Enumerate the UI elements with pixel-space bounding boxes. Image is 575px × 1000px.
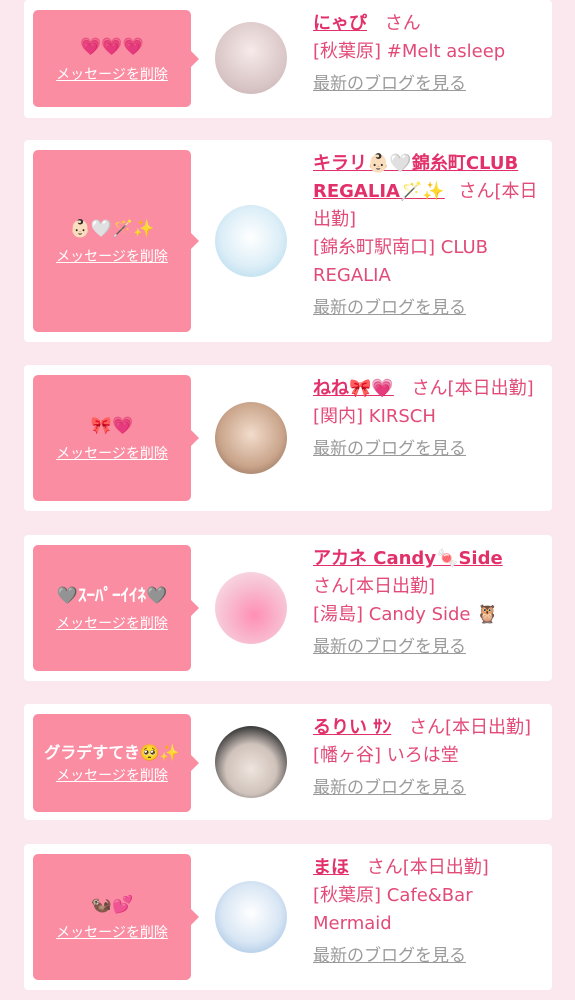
delete-message-link[interactable]: メッセージを削除: [56, 246, 168, 266]
shop-area: [秋葉原] Cafe&Bar Mermaid: [313, 885, 473, 934]
card-info: アカネ Candy🍬Side さん[本日出勤] [湯島] Candy Side …: [313, 545, 545, 661]
shop-area: [湯島] Candy Side 🦉: [313, 604, 499, 625]
delete-message-link[interactable]: メッセージを削除: [56, 64, 168, 84]
shop-area: [幡ヶ谷] いろは堂: [313, 745, 459, 766]
name-suffix: さん[本日出勤]: [366, 857, 489, 878]
delete-message-link[interactable]: メッセージを削除: [56, 765, 168, 785]
message-bubble: 💗💗💗 メッセージを削除: [33, 10, 199, 107]
avatar[interactable]: [215, 205, 287, 277]
card-info: キラリ👶🏻🤍錦糸町CLUB REGALIA🪄✨ さん[本日出勤] [錦糸町駅南口…: [313, 150, 545, 322]
latest-blog-link[interactable]: 最新のブログを見る: [313, 294, 545, 322]
message-card: 🎀💗 メッセージを削除 ねね🎀💗 さん[本日出勤] [関内] KIRSCH 最新…: [24, 365, 552, 511]
delete-message-link[interactable]: メッセージを削除: [56, 443, 168, 463]
name-suffix: さん[本日出勤]: [409, 717, 532, 738]
card-info: まほ さん[本日出勤] [秋葉原] Cafe&Bar Mermaid 最新のブロ…: [313, 854, 545, 970]
name-suffix: さん[本日出勤]: [411, 378, 534, 399]
name-link[interactable]: ねね🎀💗: [313, 378, 394, 399]
message-card: グラデすてき🥺✨ メッセージを削除 るりい ｻﾝ さん[本日出勤] [幡ヶ谷] …: [24, 704, 552, 820]
message-text: 👶🏻🤍🪄✨: [69, 219, 155, 239]
message-text: 🎀💗: [90, 416, 134, 436]
latest-blog-link[interactable]: 最新のブログを見る: [313, 633, 545, 661]
message-bubble: グラデすてき🥺✨ メッセージを削除: [33, 714, 199, 812]
latest-blog-link[interactable]: 最新のブログを見る: [313, 435, 545, 463]
latest-blog-link[interactable]: 最新のブログを見る: [313, 70, 545, 98]
name-link[interactable]: にゃぴ: [313, 13, 367, 34]
avatar[interactable]: [215, 402, 287, 474]
latest-blog-link[interactable]: 最新のブログを見る: [313, 774, 545, 802]
message-bubble: 👶🏻🤍🪄✨ メッセージを削除: [33, 150, 199, 332]
message-bubble: 🩶ｽｰﾊﾟｰｲｲﾈ🩶 メッセージを削除: [33, 545, 199, 671]
name-link[interactable]: アカネ Candy🍬Side: [313, 548, 503, 569]
shop-area: [錦糸町駅南口] CLUB REGALIA: [313, 237, 488, 286]
message-bubble: 🎀💗 メッセージを削除: [33, 375, 199, 501]
message-card: 🦦💕 メッセージを削除 まほ さん[本日出勤] [秋葉原] Cafe&Bar M…: [24, 844, 552, 990]
avatar[interactable]: [215, 572, 287, 644]
message-text: 🩶ｽｰﾊﾟｰｲｲﾈ🩶: [56, 586, 168, 606]
name-suffix: さん[本日出勤]: [313, 576, 436, 597]
name-suffix: さん: [384, 13, 421, 34]
latest-blog-link[interactable]: 最新のブログを見る: [313, 942, 545, 970]
name-link[interactable]: るりい ｻﾝ: [313, 717, 391, 738]
message-text: グラデすてき🥺✨: [44, 743, 180, 762]
message-card: 🩶ｽｰﾊﾟｰｲｲﾈ🩶 メッセージを削除 アカネ Candy🍬Side さん[本日…: [24, 535, 552, 681]
message-text: 🦦💕: [90, 895, 134, 915]
message-bubble: 🦦💕 メッセージを削除: [33, 854, 199, 980]
avatar[interactable]: [215, 881, 287, 953]
message-card: 👶🏻🤍🪄✨ メッセージを削除 キラリ👶🏻🤍錦糸町CLUB REGALIA🪄✨ さ…: [24, 140, 552, 342]
avatar[interactable]: [215, 22, 287, 94]
card-info: るりい ｻﾝ さん[本日出勤] [幡ヶ谷] いろは堂 最新のブログを見る: [313, 714, 545, 802]
message-card: 💗💗💗 メッセージを削除 にゃぴ さん [秋葉原] #Melt asleep 最…: [24, 0, 552, 118]
delete-message-link[interactable]: メッセージを削除: [56, 922, 168, 942]
card-info: にゃぴ さん [秋葉原] #Melt asleep 最新のブログを見る: [313, 10, 545, 98]
card-info: ねね🎀💗 さん[本日出勤] [関内] KIRSCH 最新のブログを見る: [313, 375, 545, 463]
avatar[interactable]: [215, 726, 287, 798]
message-text: 💗💗💗: [80, 36, 144, 57]
shop-area: [秋葉原] #Melt asleep: [313, 41, 506, 62]
delete-message-link[interactable]: メッセージを削除: [56, 613, 168, 633]
name-link[interactable]: まほ: [313, 857, 349, 878]
shop-area: [関内] KIRSCH: [313, 406, 436, 427]
